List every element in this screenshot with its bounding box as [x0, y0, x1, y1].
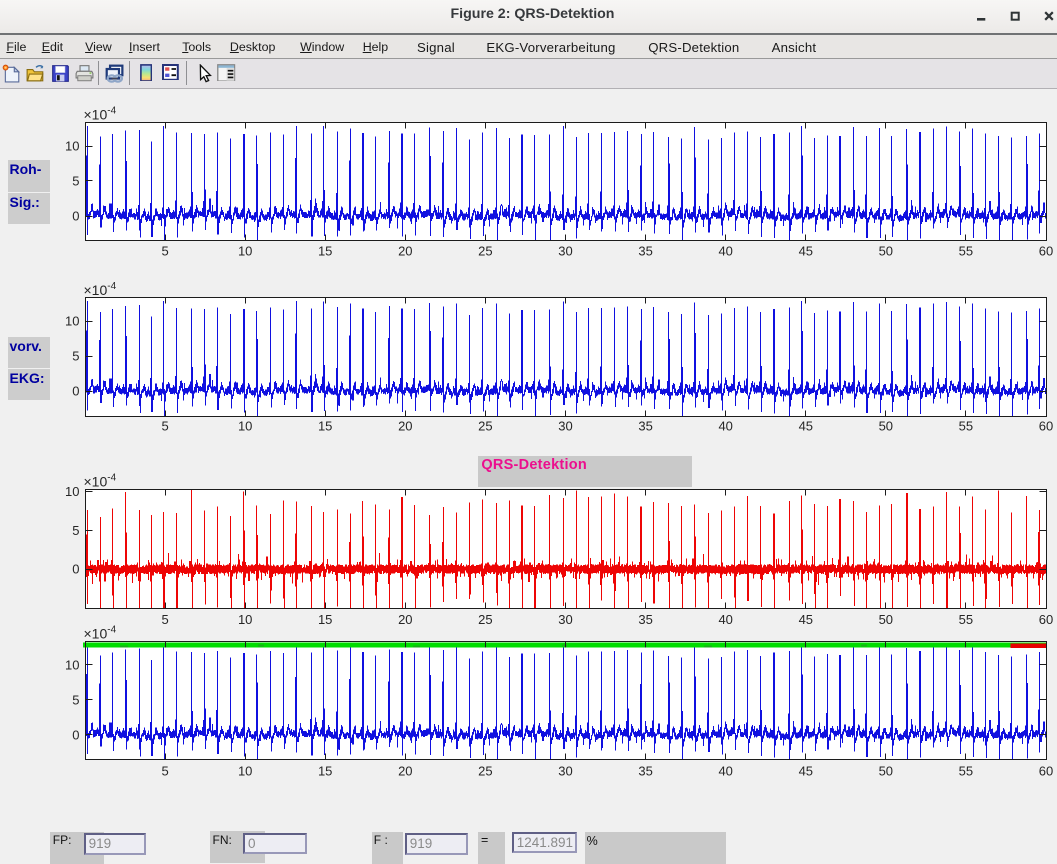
svg-text:0: 0 — [72, 728, 79, 743]
svg-text:55: 55 — [959, 419, 973, 434]
svg-text:×10: ×10 — [84, 107, 108, 123]
svg-text:35: 35 — [638, 612, 652, 627]
svg-text:25: 25 — [478, 612, 492, 627]
svg-text:40: 40 — [718, 612, 732, 627]
svg-text:40: 40 — [718, 419, 732, 434]
svg-text:-4: -4 — [107, 106, 116, 117]
svg-text:-4: -4 — [107, 472, 116, 483]
svg-text:5: 5 — [72, 349, 79, 364]
svg-text:30: 30 — [558, 419, 572, 434]
svg-text:50: 50 — [879, 419, 893, 434]
svg-text:×10: ×10 — [84, 473, 108, 489]
svg-text:5: 5 — [161, 764, 168, 779]
svg-text:×10: ×10 — [84, 626, 108, 642]
svg-text:15: 15 — [318, 419, 332, 434]
svg-text:40: 40 — [718, 764, 732, 779]
svg-text:15: 15 — [318, 764, 332, 779]
svg-text:20: 20 — [398, 419, 412, 434]
svg-text:45: 45 — [799, 612, 813, 627]
svg-text:×10: ×10 — [84, 282, 108, 298]
svg-text:25: 25 — [478, 764, 492, 779]
svg-text:35: 35 — [638, 764, 652, 779]
svg-text:55: 55 — [959, 612, 973, 627]
svg-text:-4: -4 — [107, 624, 116, 635]
svg-text:45: 45 — [799, 764, 813, 779]
svg-text:5: 5 — [161, 612, 168, 627]
svg-text:10: 10 — [238, 612, 252, 627]
svg-text:5: 5 — [161, 244, 168, 259]
svg-text:20: 20 — [398, 612, 412, 627]
svg-text:10: 10 — [238, 419, 252, 434]
svg-text:45: 45 — [799, 419, 813, 434]
svg-text:20: 20 — [398, 764, 412, 779]
svg-text:30: 30 — [558, 764, 572, 779]
svg-text:5: 5 — [161, 419, 168, 434]
svg-text:50: 50 — [879, 244, 893, 259]
svg-text:15: 15 — [318, 244, 332, 259]
svg-text:5: 5 — [72, 523, 79, 538]
svg-text:0: 0 — [72, 562, 79, 577]
svg-text:10: 10 — [65, 484, 79, 499]
svg-text:10: 10 — [238, 764, 252, 779]
svg-text:60: 60 — [1039, 764, 1053, 779]
svg-text:35: 35 — [638, 244, 652, 259]
svg-text:10: 10 — [65, 657, 79, 672]
svg-text:30: 30 — [558, 244, 572, 259]
svg-text:15: 15 — [318, 612, 332, 627]
svg-text:5: 5 — [72, 692, 79, 707]
svg-text:25: 25 — [478, 244, 492, 259]
svg-text:50: 50 — [879, 612, 893, 627]
svg-text:55: 55 — [959, 244, 973, 259]
svg-text:25: 25 — [478, 419, 492, 434]
svg-text:60: 60 — [1039, 612, 1053, 627]
svg-text:20: 20 — [398, 244, 412, 259]
svg-text:60: 60 — [1039, 244, 1053, 259]
svg-text:30: 30 — [558, 612, 572, 627]
svg-text:10: 10 — [238, 244, 252, 259]
svg-text:60: 60 — [1039, 419, 1053, 434]
svg-text:0: 0 — [72, 209, 79, 224]
svg-text:50: 50 — [879, 764, 893, 779]
svg-text:-4: -4 — [107, 281, 116, 292]
svg-text:5: 5 — [72, 174, 79, 189]
svg-text:10: 10 — [65, 139, 79, 154]
svg-text:40: 40 — [718, 244, 732, 259]
svg-text:0: 0 — [72, 384, 79, 399]
svg-text:55: 55 — [959, 764, 973, 779]
svg-text:35: 35 — [638, 419, 652, 434]
svg-text:10: 10 — [65, 314, 79, 329]
svg-text:45: 45 — [799, 244, 813, 259]
